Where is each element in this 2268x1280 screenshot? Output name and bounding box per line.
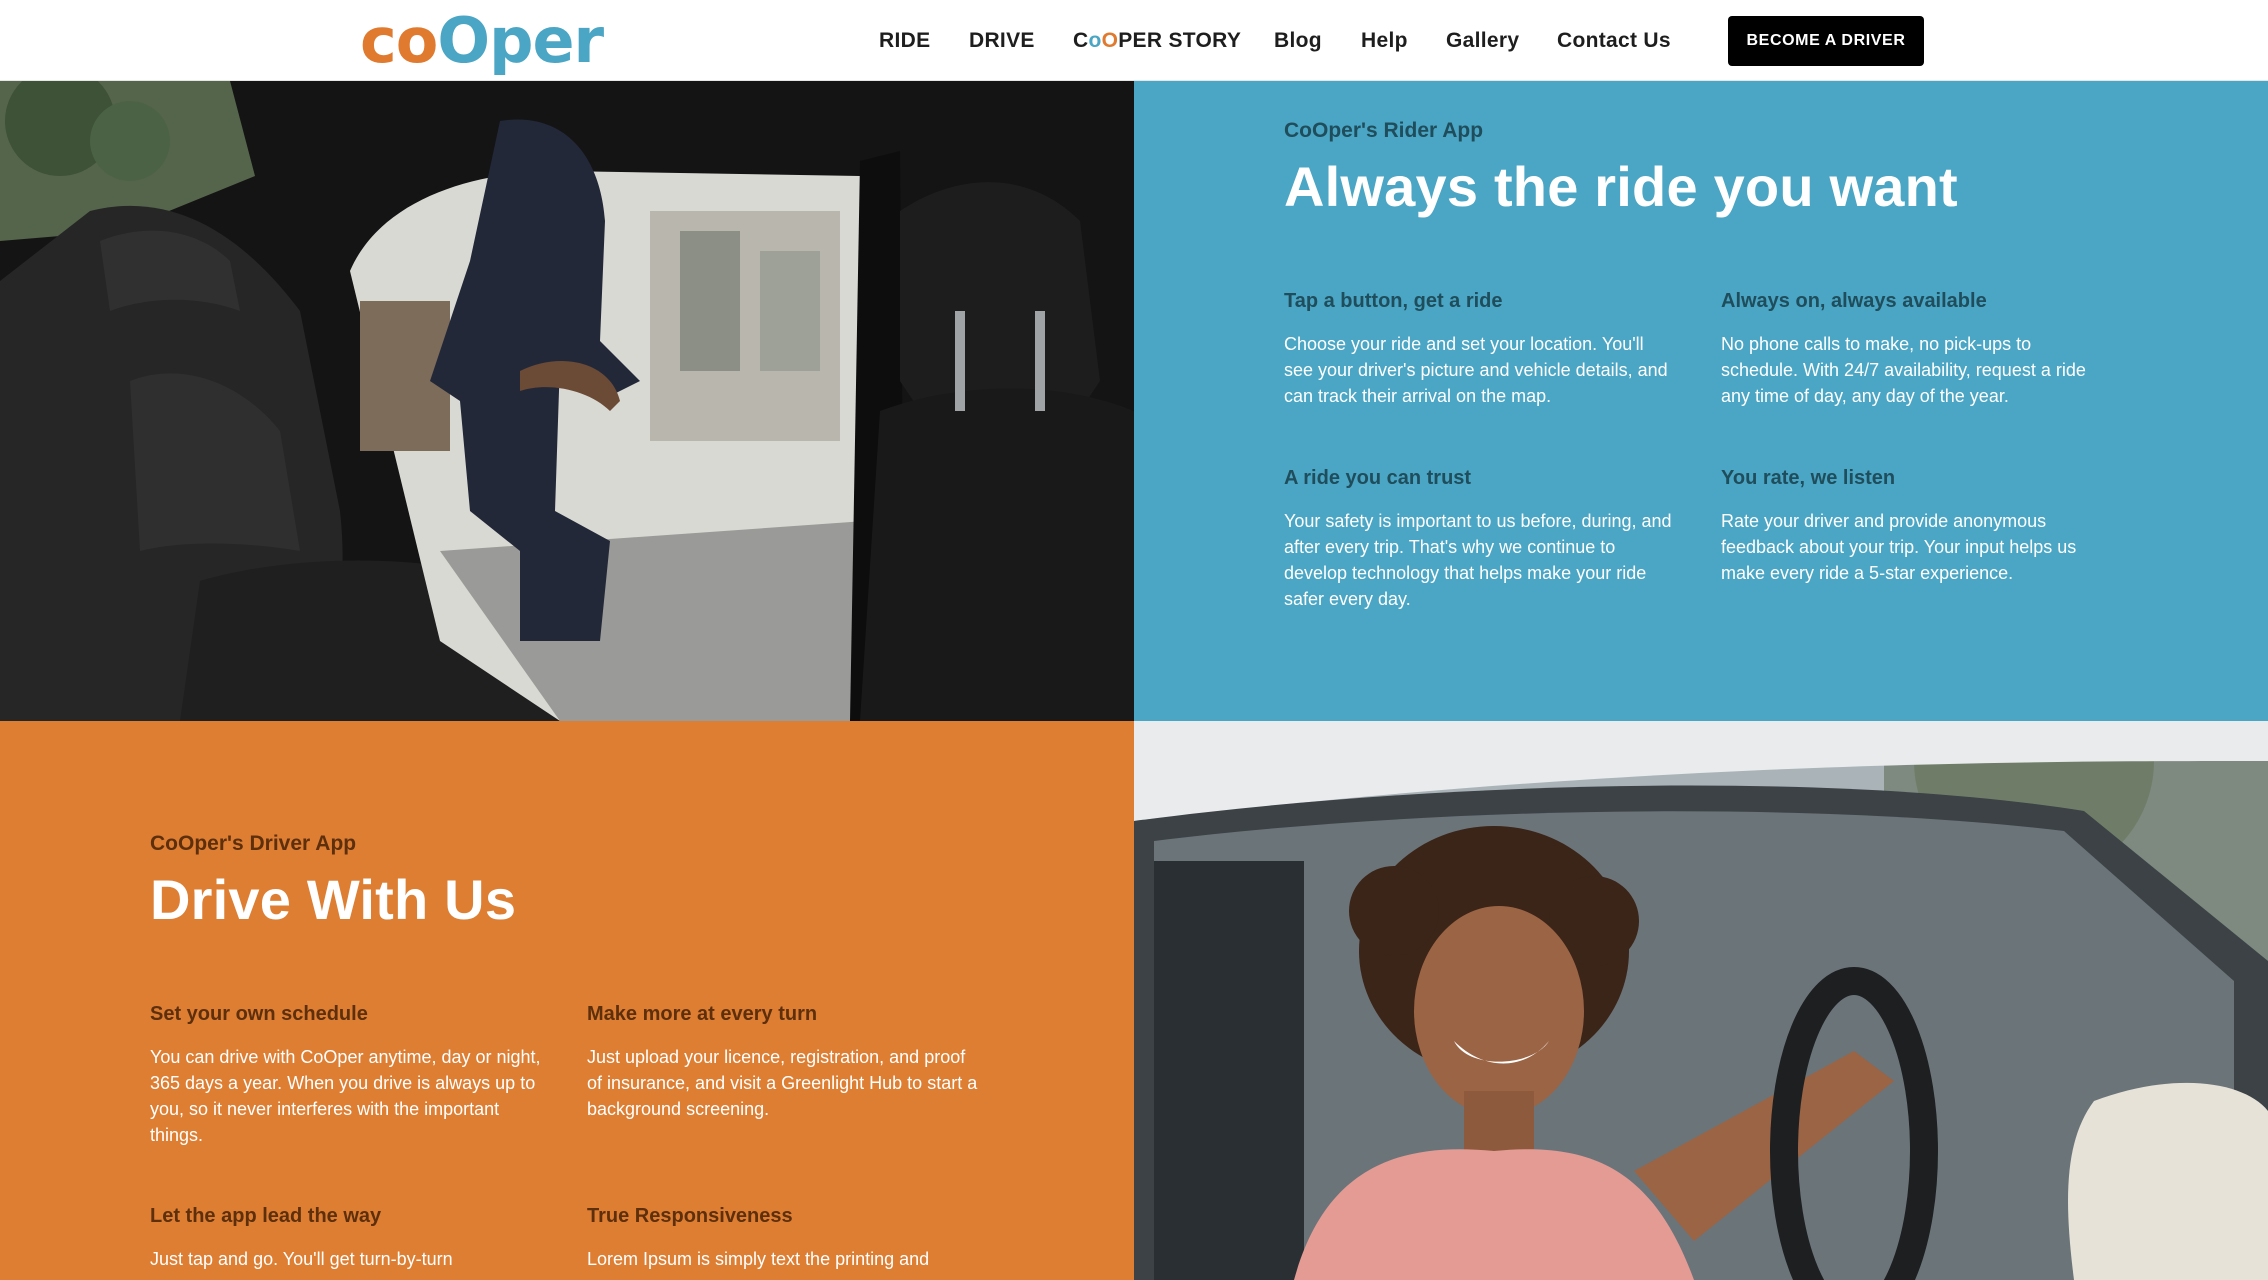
passenger-car-illustration xyxy=(0,81,1134,721)
nav-link-help[interactable]: Help xyxy=(1361,29,1408,53)
rider-feature-title: You rate, we listen xyxy=(1721,467,1896,489)
rider-feature-body: Choose your ride and set your location. … xyxy=(1284,334,1668,406)
driver-feature-body: Just upload your licence, registration, … xyxy=(587,1047,978,1119)
driver-feature-title: Set your own schedule xyxy=(150,1003,368,1025)
nav-link-drive[interactable]: DRIVE xyxy=(969,29,1035,53)
passenger-car-photo xyxy=(0,81,1134,721)
driver-car-photo xyxy=(1134,721,2268,1280)
nav-link-blog[interactable]: Blog xyxy=(1274,29,1322,53)
driver-feature-title: Let the app lead the way xyxy=(150,1205,382,1227)
rider-feature-body: Rate your driver and provide anonymous f… xyxy=(1721,511,2077,583)
driver-feature-title: Make more at every turn xyxy=(587,1003,818,1025)
nav-link-gallery[interactable]: Gallery xyxy=(1446,29,1519,53)
driver-app-section: CoOper's Driver App Drive With Us Set yo… xyxy=(0,721,1134,1280)
nav-link-ride[interactable]: RIDE xyxy=(879,29,930,53)
rider-feature-title: Always on, always available xyxy=(1721,290,1987,312)
driver-feature-title: True Responsiveness xyxy=(587,1205,793,1227)
nav-link-cooper-story[interactable]: CoOPER STORY xyxy=(1073,29,1241,53)
nav-link-contact-us[interactable]: Contact Us xyxy=(1557,29,1671,53)
rider-eyebrow: CoOper's Rider App xyxy=(1284,119,1484,142)
rider-app-section: CoOper's Rider App Always the ride you w… xyxy=(1134,81,2268,721)
driver-feature-body: You can drive with CoOper anytime, day o… xyxy=(150,1047,541,1145)
driver-car-illustration xyxy=(1134,721,2268,1280)
driver-feature-body: Just tap and go. You'll get turn-by-turn xyxy=(150,1249,453,1269)
rider-feature-title: A ride you can trust xyxy=(1284,467,1472,489)
rider-feature-title: Tap a button, get a ride xyxy=(1284,290,1503,312)
rider-feature-body: No phone calls to make, no pick-ups to s… xyxy=(1721,334,2086,406)
driver-eyebrow: CoOper's Driver App xyxy=(150,832,357,855)
top-navigation-bar: coOper RIDE DRIVE CoOPER STORY Blog Help… xyxy=(0,0,2268,81)
become-a-driver-button[interactable]: BECOME A DRIVER xyxy=(1728,16,1924,66)
rider-headline: Always the ride you want xyxy=(1284,155,1958,218)
cooper-logo[interactable]: coOper xyxy=(360,4,604,77)
driver-headline: Drive With Us xyxy=(150,868,517,931)
logo-text: coOper xyxy=(360,4,604,77)
driver-feature-body: Lorem Ipsum is simply text the printing … xyxy=(587,1249,930,1269)
rider-feature-body: Your safety is important to us before, d… xyxy=(1284,511,1672,609)
